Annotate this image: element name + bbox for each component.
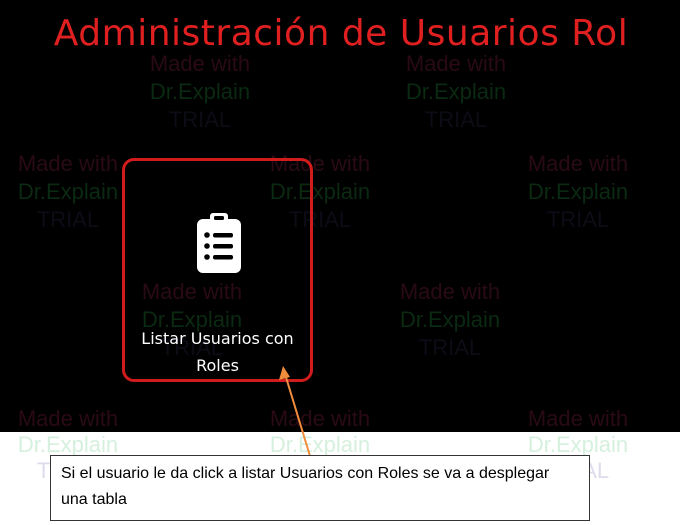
trial-watermark: Made with Dr.Explain TRIAL xyxy=(0,150,138,234)
watermark-line: Dr.Explain xyxy=(149,79,251,104)
watermark-line: Dr.Explain xyxy=(527,179,629,204)
watermark-line: Made with xyxy=(17,406,119,431)
list-users-with-roles-tile[interactable]: Listar Usuarios con Roles xyxy=(122,158,313,382)
trial-watermark: Made with Dr.Explain TRIAL xyxy=(508,150,648,234)
watermark-line: Made with xyxy=(527,151,629,176)
app-screen: Made with Dr.Explain TRIAL Made with Dr.… xyxy=(0,0,680,432)
watermark-line: Made with xyxy=(527,406,629,431)
watermark-line: Dr.Explain xyxy=(399,307,501,332)
trial-watermark: Made with Dr.Explain TRIAL xyxy=(380,278,520,362)
watermark-line: TRIAL xyxy=(418,335,482,360)
callout-arrow xyxy=(279,366,311,457)
watermark-line: TRIAL xyxy=(168,107,232,132)
watermark-line: Made with xyxy=(17,151,119,176)
watermark-line: Dr.Explain xyxy=(17,179,119,204)
trial-watermark: Made with Dr.Explain TRIAL xyxy=(386,50,526,134)
watermark-line: Dr.Explain xyxy=(405,79,507,104)
trial-watermark: Made with xyxy=(0,405,138,432)
trial-watermark: Made with Dr.Explain TRIAL xyxy=(130,50,270,134)
trial-watermark: Made with xyxy=(508,405,648,432)
watermark-line: TRIAL xyxy=(546,207,610,232)
page-title: Administración de Usuarios Rol xyxy=(53,13,629,54)
callout-note: Si el usuario le da click a listar Usuar… xyxy=(50,455,590,521)
watermark-line: Made with xyxy=(399,279,501,304)
watermark-line: TRIAL xyxy=(36,207,100,232)
watermark-line: TRIAL xyxy=(424,107,488,132)
clipboard-list-icon xyxy=(197,213,241,273)
